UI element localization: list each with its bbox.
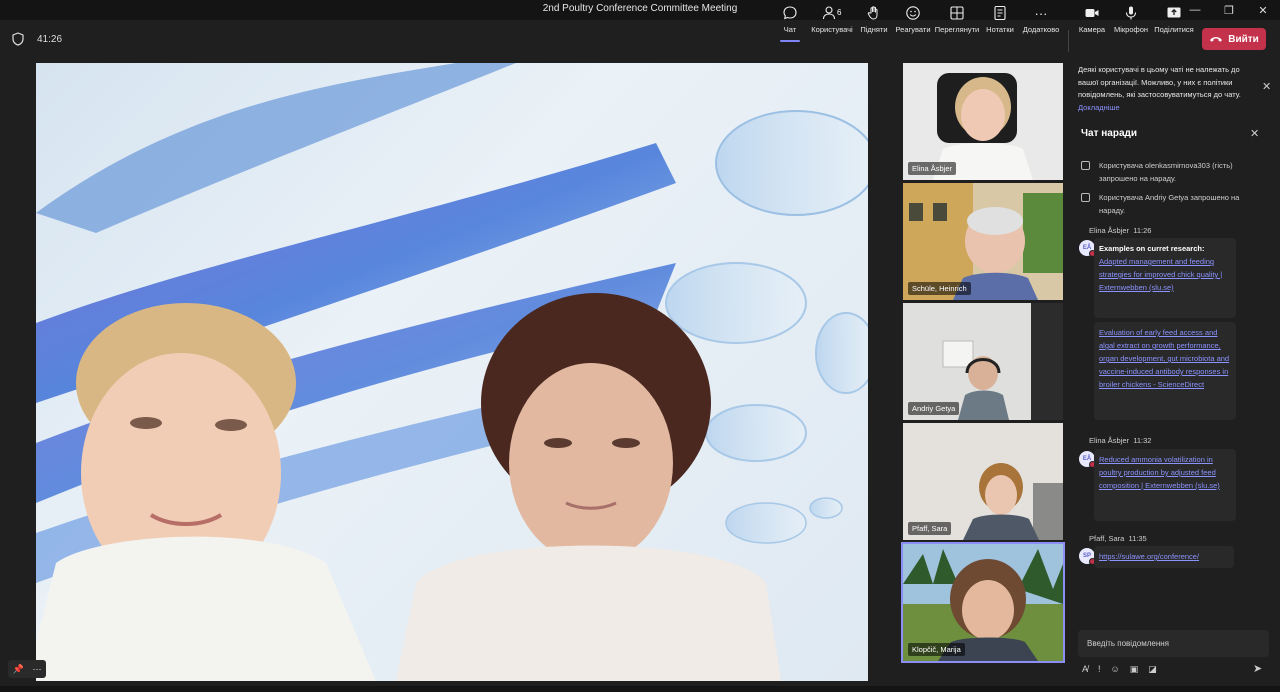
close-window-icon[interactable]: ✕	[1246, 0, 1280, 20]
share-button[interactable]: Поділитися	[1154, 4, 1194, 38]
react-button[interactable]: Реагувати	[895, 4, 931, 38]
compose-toolbar: A̸ ! ☺ ▣ ◪	[1082, 662, 1267, 676]
participant-name: Elina Åsbjer	[908, 162, 957, 175]
shield-icon	[12, 32, 24, 46]
system-message: Користувача Andriy Getya запрошено на на…	[1081, 191, 1261, 217]
people-count: 6	[837, 8, 842, 17]
message-sender-line: Elina Åsbjer 11:26	[1089, 226, 1152, 235]
message-link[interactable]: Adapted management and feeding strategie…	[1099, 257, 1222, 292]
sticker-icon[interactable]: ◪	[1148, 664, 1157, 675]
chat-message: Reduced ammonia volatilization in poultr…	[1094, 449, 1236, 521]
grid-icon	[950, 6, 964, 20]
close-icon[interactable]: ✕	[1262, 80, 1271, 93]
chat-icon	[783, 6, 797, 20]
avatar[interactable]: EÅ	[1079, 240, 1096, 257]
video-pin-controls[interactable]: 📌 ···	[8, 660, 46, 678]
phone-hangup-icon	[1210, 37, 1223, 42]
people-button[interactable]: 6 Користувачі	[811, 4, 853, 38]
avatar[interactable]: EÅ	[1079, 451, 1096, 468]
people-icon	[822, 6, 836, 20]
toolbar-separator	[1068, 30, 1069, 52]
user-added-icon	[1081, 161, 1090, 170]
participant-tile[interactable]: Schüle, Heinrich	[903, 183, 1063, 300]
more-dots-icon: ···	[1034, 5, 1048, 21]
user-added-icon	[1081, 193, 1090, 202]
participant-name: Andriy Getya	[908, 402, 960, 415]
more-button[interactable]: ··· Додатково	[1022, 4, 1060, 38]
participant-tile-active-speaker[interactable]: Klopčič, Marija	[901, 542, 1065, 663]
microphone-icon	[1125, 6, 1137, 20]
participant-name: Klopčič, Marija	[908, 643, 965, 656]
microphone-button[interactable]: Мікрофон	[1113, 4, 1149, 38]
send-icon[interactable]: ➤	[1253, 662, 1262, 675]
external-users-notice: Деякі користувачі в цьому чаті не належа…	[1078, 65, 1241, 112]
restore-icon[interactable]: ❐	[1212, 0, 1246, 20]
participant-tile[interactable]: Andriy Getya	[903, 303, 1063, 420]
message-input[interactable]: Введіть повідомлення	[1078, 630, 1269, 657]
meeting-timer: 41:26	[37, 34, 63, 45]
more-options-icon[interactable]: ···	[33, 664, 42, 674]
video-background-art	[36, 63, 868, 681]
participant-name: Schüle, Heinrich	[908, 282, 971, 295]
taskbar-edge	[0, 686, 1280, 692]
gif-icon[interactable]: ▣	[1130, 664, 1139, 675]
emoji-icon[interactable]: ☺	[1111, 664, 1120, 674]
view-button[interactable]: Переглянути	[935, 4, 979, 38]
priority-icon[interactable]: !	[1098, 664, 1101, 674]
chat-message: Evaluation of early feed access and alga…	[1094, 322, 1236, 420]
format-icon[interactable]: A̸	[1082, 664, 1088, 674]
avatar[interactable]: SP	[1079, 548, 1096, 565]
chat-message: https://sulawe.org/conference/	[1094, 546, 1234, 568]
share-screen-icon	[1167, 7, 1181, 18]
notes-button[interactable]: Нотатки	[984, 4, 1016, 38]
camera-icon	[1085, 9, 1099, 17]
main-video-feed	[36, 63, 868, 681]
leave-button[interactable]: Вийти	[1202, 28, 1266, 50]
chat-panel-title: Чат наради	[1081, 128, 1138, 139]
smiley-icon	[906, 6, 920, 20]
hand-icon	[867, 6, 878, 20]
message-link[interactable]: https://sulawe.org/conference/	[1099, 552, 1199, 561]
chat-button[interactable]: Чат	[778, 4, 802, 42]
message-sender-line: Elina Åsbjer 11:32	[1089, 436, 1152, 445]
message-link[interactable]: Reduced ammonia volatilization in poultr…	[1099, 455, 1220, 490]
raise-hand-button[interactable]: Підняти	[860, 4, 888, 38]
system-message: Користувача olenkasmirnova303 (гість) за…	[1081, 159, 1261, 185]
pin-icon[interactable]: 📌	[12, 664, 23, 675]
chat-message: Examples on curret research: Adapted man…	[1094, 238, 1236, 318]
message-sender-line: Pfaff, Sara 11:35	[1089, 534, 1147, 543]
participant-tile[interactable]: Pfaff, Sara	[903, 423, 1063, 540]
participant-tile[interactable]: Elina Åsbjer	[903, 63, 1063, 180]
participant-name: Pfaff, Sara	[908, 522, 952, 535]
camera-button[interactable]: Камера	[1078, 4, 1106, 38]
learn-more-link[interactable]: Докладніше	[1078, 103, 1120, 112]
notes-icon	[994, 5, 1006, 21]
message-link[interactable]: Evaluation of early feed access and alga…	[1099, 328, 1229, 389]
close-chat-icon[interactable]: ✕	[1250, 127, 1259, 140]
